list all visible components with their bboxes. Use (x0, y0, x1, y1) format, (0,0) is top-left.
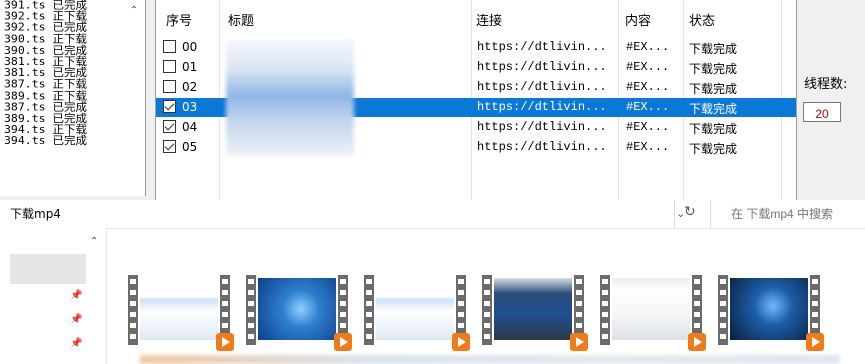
header-link[interactable]: 连接 (476, 10, 502, 29)
row-checkbox[interactable] (163, 60, 176, 73)
row-link: https://dtlivin... (477, 80, 607, 94)
video-preview (730, 278, 808, 340)
video-preview (494, 278, 572, 340)
header-content[interactable]: 内容 (625, 10, 651, 29)
header-title[interactable]: 标题 (228, 10, 254, 29)
blurred-titles (226, 40, 354, 156)
row-content: #EX... (626, 100, 670, 114)
video-thumbnail[interactable] (128, 275, 234, 351)
row-status: 下载完成 (689, 62, 738, 76)
search-box[interactable] (721, 200, 865, 228)
row-no: 00 (182, 40, 198, 54)
row-checkbox[interactable] (163, 100, 176, 113)
row-no: 02 (182, 80, 198, 94)
play-icon (806, 333, 824, 351)
video-thumbnail[interactable] (364, 275, 470, 351)
row-checkbox[interactable] (163, 40, 176, 53)
log-scrollbar[interactable]: ⌃ (124, 0, 144, 196)
video-thumbnail[interactable] (482, 275, 588, 351)
row-status: 下载完成 (689, 42, 738, 56)
log-line: 394.ts 已完成 (4, 134, 87, 148)
log-line: 392.ts 已完成 (4, 20, 87, 34)
video-thumbnail[interactable] (246, 275, 352, 351)
row-status: 下载完成 (689, 142, 738, 156)
play-icon (216, 333, 234, 351)
table-header: 序号 标题 连接 内容 状态 (156, 0, 796, 40)
download-log: 391.ts 已完成 392.ts 正下载 392.ts 已完成 390.ts 正下载… (4, 0, 124, 147)
row-status: 下载完成 (689, 102, 738, 116)
nav-item-selected[interactable] (10, 254, 86, 284)
play-icon (688, 333, 706, 351)
row-content: #EX... (626, 140, 670, 154)
pin-icon[interactable]: 📌 (70, 290, 82, 301)
downloader-window: 391.ts 已完成 392.ts 正下载 392.ts 已完成 390.ts 正下载… (0, 0, 865, 200)
row-no: 04 (182, 120, 198, 134)
film-strip (482, 275, 492, 345)
file-names-blurred (140, 355, 840, 364)
thread-panel (800, 0, 865, 200)
log-line: 387.ts 正下载 (4, 77, 87, 91)
search-input[interactable] (721, 200, 865, 228)
row-link: https://dtlivin... (477, 120, 607, 134)
video-thumbnails (128, 275, 848, 355)
film-strip (600, 275, 610, 345)
download-log-panel: 391.ts 已完成 392.ts 正下载 392.ts 已完成 390.ts 正下载… (0, 0, 146, 196)
row-status: 下载完成 (689, 122, 738, 136)
row-content: #EX... (626, 80, 670, 94)
thread-count-label: 线程数: (804, 77, 848, 92)
thread-count-input[interactable] (804, 105, 840, 123)
play-icon (334, 333, 352, 351)
video-preview (376, 278, 454, 340)
scroll-up-icon[interactable]: ⌃ (90, 236, 98, 247)
row-checkbox[interactable] (163, 120, 176, 133)
row-link: https://dtlivin... (477, 60, 607, 74)
row-no: 05 (182, 140, 198, 154)
thread-count-field[interactable] (803, 102, 841, 123)
row-status: 下载完成 (689, 82, 738, 96)
row-checkbox[interactable] (163, 80, 176, 93)
row-link: https://dtlivin... (477, 100, 607, 114)
video-preview (612, 278, 690, 340)
row-content: #EX... (626, 60, 670, 74)
header-no[interactable]: 序号 (166, 10, 192, 29)
row-no: 01 (182, 60, 198, 74)
play-icon (452, 333, 470, 351)
row-no: 03 (182, 100, 198, 114)
row-checkbox[interactable] (163, 140, 176, 153)
nav-scrollbar[interactable] (86, 228, 107, 364)
scroll-up-icon[interactable]: ⌃ (128, 6, 140, 16)
row-link: https://dtlivin... (477, 140, 607, 154)
play-icon (570, 333, 588, 351)
video-thumbnail[interactable] (600, 275, 706, 351)
header-status[interactable]: 状态 (689, 10, 715, 29)
refresh-icon[interactable]: ↻ (684, 204, 696, 220)
pin-icon[interactable]: 📌 (70, 338, 82, 349)
pin-icon[interactable]: 📌 (70, 314, 82, 325)
folder-path[interactable]: 下载mp4 (10, 205, 61, 222)
film-strip (128, 275, 138, 345)
film-strip (364, 275, 374, 345)
video-preview (258, 278, 336, 340)
navigation-pane: 📌 📌 📌 ⌃ (0, 228, 107, 364)
film-strip (718, 275, 728, 345)
row-content: #EX... (626, 120, 670, 134)
film-strip (246, 275, 256, 345)
explorer-address-bar: 下载mp4 ⌄ ↻ (0, 200, 865, 229)
row-link: https://dtlivin... (477, 40, 607, 54)
video-preview (140, 278, 218, 340)
video-thumbnail[interactable] (718, 275, 824, 351)
row-content: #EX... (626, 40, 670, 54)
